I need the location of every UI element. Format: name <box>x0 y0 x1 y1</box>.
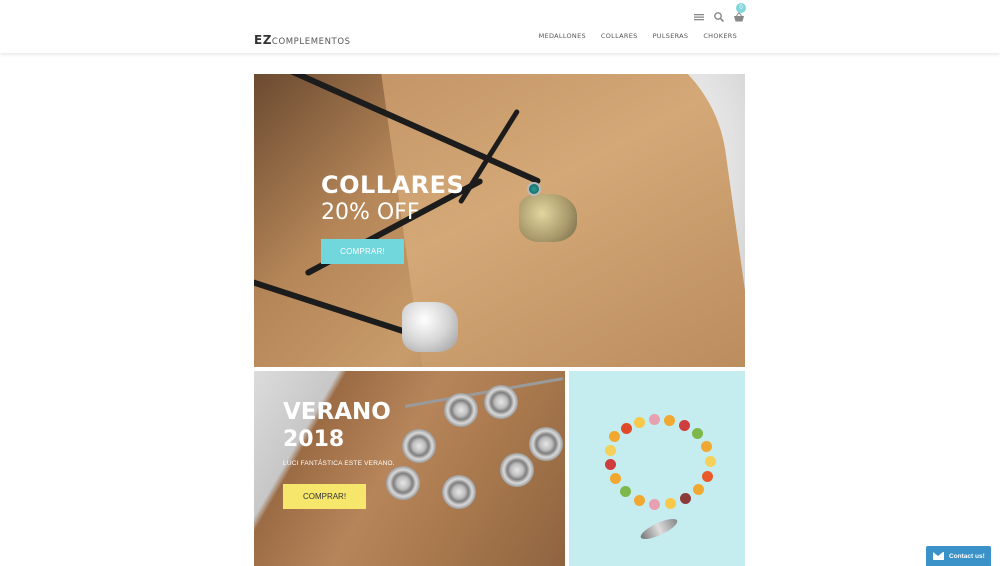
bead <box>605 459 616 470</box>
contact-us-button[interactable]: Contact us! <box>926 546 991 566</box>
main-nav: MEDALLONES COLLARES PULSERAS CHOKERS <box>539 32 737 40</box>
logo-text: COMPLEMENTOS <box>271 37 351 47</box>
bead <box>621 423 632 434</box>
bead <box>634 495 645 506</box>
medallion <box>529 427 563 461</box>
pyrite-pendant <box>519 194 577 242</box>
hero-subtitle: 20% OFF <box>321 200 420 225</box>
medallion <box>444 393 478 427</box>
necklace-cord <box>254 277 411 337</box>
bead <box>609 431 620 442</box>
logo-initials: EZ <box>254 33 272 47</box>
nav-item-collares[interactable]: COLLARES <box>601 32 638 40</box>
bead <box>605 445 616 456</box>
medallion <box>402 429 436 463</box>
summer-banner: VERANO 2018 LUCI FANTÁSTICA ESTE VERANO.… <box>254 371 565 566</box>
summer-year: 2018 <box>283 427 345 452</box>
bead <box>692 428 703 439</box>
bead <box>705 456 716 467</box>
medallion <box>442 475 476 509</box>
medallion <box>500 453 534 487</box>
bead <box>679 420 690 431</box>
bracelet-image <box>569 371 745 566</box>
summer-note: LUCI FANTÁSTICA ESTE VERANO. <box>283 460 395 467</box>
hero-buy-button[interactable]: COMPRAR! <box>321 239 404 264</box>
summer-buy-button[interactable]: COMPRAR! <box>283 484 366 509</box>
hero-banner: COLLARES 20% OFF COMPRAR! <box>254 74 745 367</box>
bead <box>634 417 645 428</box>
medallion <box>386 466 420 500</box>
nav-item-pulseras[interactable]: PULSERAS <box>653 32 689 40</box>
bead <box>620 486 631 497</box>
site-header: EZCOMPLEMENTOS 0 MEDALLONES COLLARES PUL… <box>0 0 1000 53</box>
menu-icon[interactable] <box>693 10 705 22</box>
nav-item-chokers[interactable]: CHOKERS <box>703 32 737 40</box>
contact-label: Contact us! <box>949 552 985 560</box>
bead <box>665 498 676 509</box>
bead <box>702 471 713 482</box>
hero-title: COLLARES <box>321 171 465 199</box>
search-icon[interactable] <box>713 10 725 23</box>
site-logo[interactable]: EZCOMPLEMENTOS <box>254 29 351 48</box>
silver-pendant <box>402 302 458 352</box>
summer-title: VERANO <box>283 399 391 425</box>
turquoise-stone <box>527 182 541 196</box>
cart-count-badge: 0 <box>736 3 746 13</box>
bead <box>680 493 691 504</box>
bead <box>701 441 712 452</box>
bead <box>693 484 704 495</box>
leaf-charm <box>638 515 680 543</box>
bead <box>664 415 675 426</box>
mail-icon <box>933 552 944 560</box>
bead <box>649 414 660 425</box>
medallion <box>484 385 518 419</box>
nav-item-medallones[interactable]: MEDALLONES <box>539 32 586 40</box>
bead <box>649 499 660 510</box>
bead <box>610 473 621 484</box>
